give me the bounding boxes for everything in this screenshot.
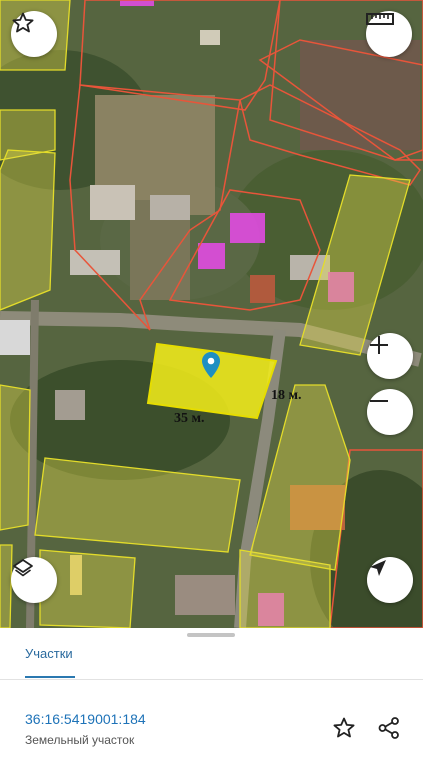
favorite-parcel-button[interactable] (329, 713, 359, 743)
plus-icon (370, 336, 388, 354)
measure-button[interactable] (366, 11, 412, 57)
cadastral-number[interactable]: 36:16:5419001:184 (25, 711, 146, 727)
locate-button[interactable] (367, 557, 413, 603)
share-icon (378, 717, 399, 739)
drag-handle[interactable] (187, 633, 235, 637)
bottom-sheet: Участки 36:16:5419001:184 Земельный учас… (0, 628, 423, 768)
favorite-button[interactable] (11, 11, 57, 57)
minus-icon (370, 400, 388, 402)
parcel-width-label: 18 м. (271, 388, 302, 403)
tab-parcels[interactable]: Участки (25, 646, 73, 661)
zoom-out-button[interactable] (367, 389, 413, 435)
zoom-in-button[interactable] (367, 333, 413, 379)
active-tab-indicator (25, 676, 75, 678)
divider (0, 679, 423, 680)
parcel-length-label: 35 м. (174, 411, 205, 426)
layers-icon (13, 559, 33, 577)
navigation-arrow-icon (370, 560, 386, 576)
satellite-imagery (0, 0, 423, 628)
ruler-icon (366, 13, 394, 25)
parcel-type: Земельный участок (25, 733, 135, 747)
star-outline-icon (333, 717, 355, 738)
share-button[interactable] (374, 713, 404, 743)
star-outline-icon (12, 12, 34, 33)
location-pin-icon (202, 352, 220, 378)
map-view[interactable]: 35 м. 18 м. (0, 0, 423, 628)
layers-button[interactable] (11, 557, 57, 603)
